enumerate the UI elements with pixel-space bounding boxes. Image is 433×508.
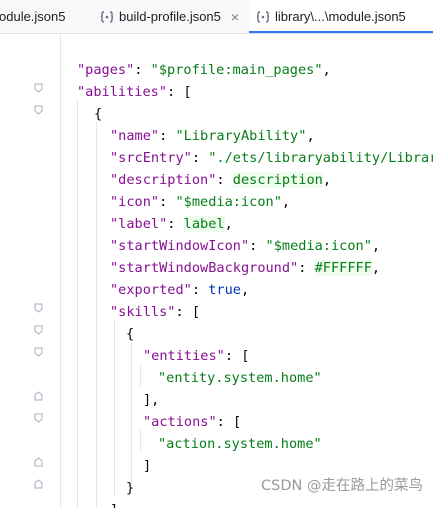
json-key: "srcEntry" [110, 150, 192, 166]
code-line: "actions": [ [143, 414, 242, 430]
json-file-icon [100, 10, 114, 23]
json-string: "LibraryAbility" [175, 128, 307, 144]
code-editor[interactable]: "pages": "$profile:main_pages", "abiliti… [0, 34, 433, 508]
json-string: "action.system.home" [158, 436, 322, 452]
code-line: "name": "LibraryAbility", [110, 128, 315, 144]
code-line: ] [143, 458, 152, 474]
code-content: "pages": "$profile:main_pages", "abiliti… [0, 34, 433, 508]
json-string: "$media:icon" [265, 238, 372, 254]
json-boolean: true [208, 282, 241, 298]
code-line: "abilities": [ [77, 84, 192, 100]
json-key: "startWindowIcon" [110, 238, 250, 254]
tab-library-module-json5[interactable]: library\...\module.json5 [249, 0, 433, 33]
json-key: "icon" [110, 194, 160, 210]
code-line: ], [143, 392, 160, 408]
json-key: "startWindowBackground" [110, 260, 299, 276]
code-line: } [126, 480, 135, 496]
editor-tab-bar: odule.json5 build-profile.json5 × librar… [0, 0, 433, 34]
tab-label: build-profile.json5 [119, 9, 221, 24]
code-line: { [126, 326, 135, 342]
code-line: "label": label, [110, 216, 233, 232]
json-identifier: label [183, 216, 225, 232]
tab-build-profile-json5[interactable]: build-profile.json5 × [100, 0, 242, 33]
tab-label: library\...\module.json5 [275, 9, 406, 24]
json-key: "label" [110, 216, 168, 232]
code-line: "entities": [ [143, 348, 250, 364]
json-key: "pages" [77, 62, 135, 78]
json-key: "exported" [110, 282, 192, 298]
code-line: { [94, 106, 103, 122]
close-icon[interactable]: × [231, 9, 239, 25]
json-string: "$profile:main_pages" [150, 62, 323, 78]
code-line: "description": description, [110, 172, 331, 188]
json-key: "abilities" [77, 84, 168, 100]
code-line: "skills": [ [110, 304, 201, 320]
json-key: "description" [110, 172, 217, 188]
tab-label: odule.json5 [0, 9, 66, 24]
json-key: "actions" [143, 414, 217, 430]
json-string: "./ets/libraryability/Library [208, 150, 433, 166]
json-file-icon [256, 10, 270, 23]
csdn-watermark: CSDN @走在路上的菜鸟 [261, 478, 423, 494]
json-key: "entities" [143, 348, 225, 364]
json-string: "entity.system.home" [158, 370, 322, 386]
json-key: "name" [110, 128, 160, 144]
code-line: "startWindowBackground": #FFFFFF, [110, 260, 381, 276]
code-line: "startWindowIcon": "$media:icon", [110, 238, 381, 254]
json-key: "skills" [110, 304, 176, 320]
tab-module-json5[interactable]: odule.json5 [0, 0, 92, 33]
code-line: ] [110, 499, 118, 508]
code-line: "exported": true, [110, 282, 250, 298]
json-identifier: #FFFFFF [314, 260, 372, 276]
json-string: "$media:icon" [175, 194, 282, 210]
code-line: "pages": "$profile:main_pages", [77, 62, 331, 78]
json-identifier: description [232, 172, 323, 188]
code-line: "icon": "$media:icon", [110, 194, 291, 210]
code-line: "entity.system.home" [158, 367, 322, 389]
code-line: "srcEntry": "./ets/libraryability/Librar… [110, 147, 433, 169]
code-line: "action.system.home" [158, 433, 322, 455]
